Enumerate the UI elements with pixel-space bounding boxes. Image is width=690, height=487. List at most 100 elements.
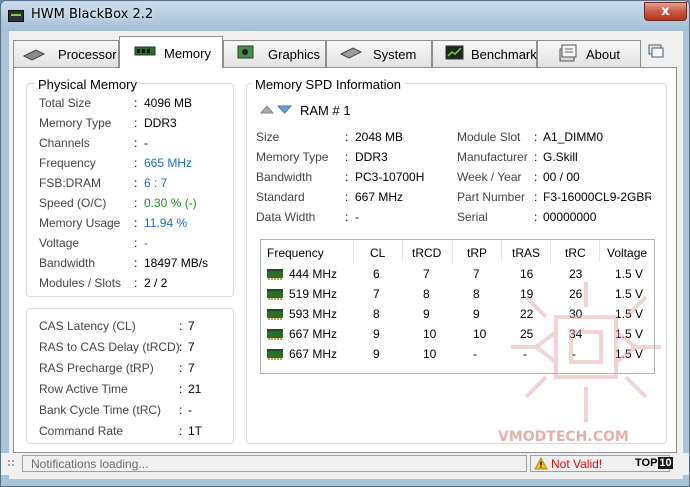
tab-memory[interactable]: Memory xyxy=(119,36,223,68)
timing-value: 21 xyxy=(188,382,202,396)
tab-processor[interactable]: Processor xyxy=(13,40,119,67)
tab-about[interactable]: About xyxy=(537,40,641,67)
pm-label: Frequency xyxy=(39,156,96,170)
table-cell: 9 xyxy=(373,327,380,341)
tab-label: System xyxy=(373,47,417,62)
title-bar[interactable]: HWM BlackBox 2.2 x xyxy=(1,1,689,31)
spd-value: F3-16000CL9-2GBRM xyxy=(543,190,651,204)
table-row[interactable]: 667 MHz 9 10 10 25 34 1.5 V xyxy=(261,324,654,344)
table-cell: 30 xyxy=(569,307,583,321)
ram-module-icon xyxy=(267,349,283,360)
pm-label: Channels xyxy=(39,136,90,150)
warning-text: Not Valid! xyxy=(551,457,603,471)
ram-module-icon xyxy=(267,269,283,280)
table-cell: 10 xyxy=(423,327,437,341)
pm-value: - xyxy=(144,236,148,250)
ram-slot-label: RAM # 1 xyxy=(300,103,351,118)
table-cell: 10 xyxy=(423,347,437,361)
pm-label: Bandwidth xyxy=(39,256,96,270)
table-cell: 16 xyxy=(520,267,534,281)
pm-label: FSB:DRAM xyxy=(39,176,102,190)
spd-value: A1_DIMM0 xyxy=(543,130,604,144)
warning-icon xyxy=(534,457,548,470)
top10-badge[interactable]: TOP 10 xyxy=(635,457,673,471)
up-arrow-icon[interactable] xyxy=(259,105,275,114)
ram-module-icon xyxy=(267,289,283,300)
spd-value: DDR3 xyxy=(355,150,388,164)
pm-value: 18497 MB/s xyxy=(144,256,209,270)
spd-label: Bandwidth xyxy=(256,170,313,184)
spd-group: Memory SPD Information RAM # 1 Size : 20… xyxy=(246,77,667,444)
ram-selector-arrows[interactable] xyxy=(259,103,293,115)
col-header[interactable]: Frequency xyxy=(267,246,324,260)
spd-label: Serial xyxy=(457,210,488,224)
tab-system[interactable]: System xyxy=(326,40,432,67)
spd-value: - xyxy=(355,210,359,224)
pm-label: Total Size xyxy=(39,96,92,110)
app-window: HWM BlackBox 2.2 x Processor Memory Grap… xyxy=(0,0,690,487)
pm-label: Memory Type xyxy=(39,116,112,130)
table-cell: 1.5 V xyxy=(615,347,644,361)
table-cell: 9 xyxy=(373,347,380,361)
spd-value: 00 / 00 xyxy=(543,170,580,184)
tab-label: Benchmark xyxy=(471,47,537,62)
system-icon xyxy=(339,47,363,59)
screenshot-icon[interactable] xyxy=(648,43,664,59)
table-cell: - xyxy=(523,347,527,361)
spd-label: Size xyxy=(256,130,280,144)
table-row[interactable]: 519 MHz 7 8 8 19 26 1.5 V xyxy=(261,284,654,304)
table-cell: 667 MHz xyxy=(289,347,338,361)
col-header[interactable]: tRC xyxy=(565,246,586,260)
spd-value: G.Skill xyxy=(543,150,578,164)
pm-value: DDR3 xyxy=(144,116,177,130)
down-arrow-icon[interactable] xyxy=(276,105,293,114)
tab-label: Graphics xyxy=(268,47,321,62)
spd-value: 2048 MB xyxy=(355,130,404,144)
pm-value: 6 : 7 xyxy=(144,176,168,190)
table-cell: 519 MHz xyxy=(289,287,338,301)
pm-value: 2 / 2 xyxy=(144,276,168,290)
pm-label: Modules / Slots xyxy=(39,276,122,290)
table-cell: - xyxy=(572,347,576,361)
spd-label: Memory Type xyxy=(256,150,329,164)
col-header[interactable]: tRCD xyxy=(412,246,441,260)
table-cell: 1.5 V xyxy=(615,307,644,321)
spd-label: Data Width xyxy=(256,210,316,224)
timing-label: Row Active Time xyxy=(39,382,128,396)
table-cell: 9 xyxy=(423,307,430,321)
tab-label: About xyxy=(586,47,620,62)
table-cell: 8 xyxy=(473,287,480,301)
about-icon xyxy=(559,44,577,62)
col-header[interactable]: tRP xyxy=(467,246,487,260)
watermark-text: VMODTECH.COM xyxy=(498,429,629,445)
table-row[interactable]: 593 MHz 8 9 9 22 30 1.5 V xyxy=(261,304,654,324)
ram-icon xyxy=(134,46,156,56)
pm-value: 11.94 % xyxy=(144,216,188,230)
table-cell: 8 xyxy=(373,307,380,321)
pm-label: Memory Usage xyxy=(39,216,121,230)
col-header[interactable]: CL xyxy=(370,246,385,260)
table-row[interactable]: 667 MHz 9 10 - - - 1.5 V xyxy=(261,344,654,364)
memory-tab-panel: Physical Memory Total Size : 4096 MB Mem… xyxy=(13,67,677,453)
spd-timing-table[interactable]: Frequency CL tRCD tRP tRAS tRC Voltage 4… xyxy=(260,239,655,374)
client-area: Processor Memory Graphics System Benchma… xyxy=(9,31,683,479)
ram-module-icon xyxy=(267,309,283,320)
table-cell: 10 xyxy=(473,327,487,341)
pm-value: 0.30 % (-) xyxy=(144,196,197,210)
table-cell: 6 xyxy=(373,267,380,281)
status-message: Notifications loading... xyxy=(22,455,527,472)
pm-value: 4096 MB xyxy=(144,96,193,110)
col-header[interactable]: tRAS xyxy=(512,246,540,260)
tab-label: Processor xyxy=(58,47,117,62)
spd-label: Standard xyxy=(256,190,305,204)
col-header[interactable]: Voltage xyxy=(607,246,647,260)
table-cell: - xyxy=(473,347,477,361)
close-button[interactable]: x xyxy=(644,2,687,21)
app-icon xyxy=(8,10,24,22)
status-bar: Notifications loading... Not Valid! TOP 1… xyxy=(1,453,689,475)
validation-status[interactable]: Not Valid! TOP 10 xyxy=(530,455,673,472)
timing-label: RAS to CAS Delay (tRCD) xyxy=(39,340,180,354)
tab-benchmark[interactable]: Benchmark xyxy=(432,40,537,67)
tab-graphics[interactable]: Graphics xyxy=(223,40,326,67)
table-row[interactable]: 444 MHz 6 7 7 16 23 1.5 V xyxy=(261,264,654,284)
